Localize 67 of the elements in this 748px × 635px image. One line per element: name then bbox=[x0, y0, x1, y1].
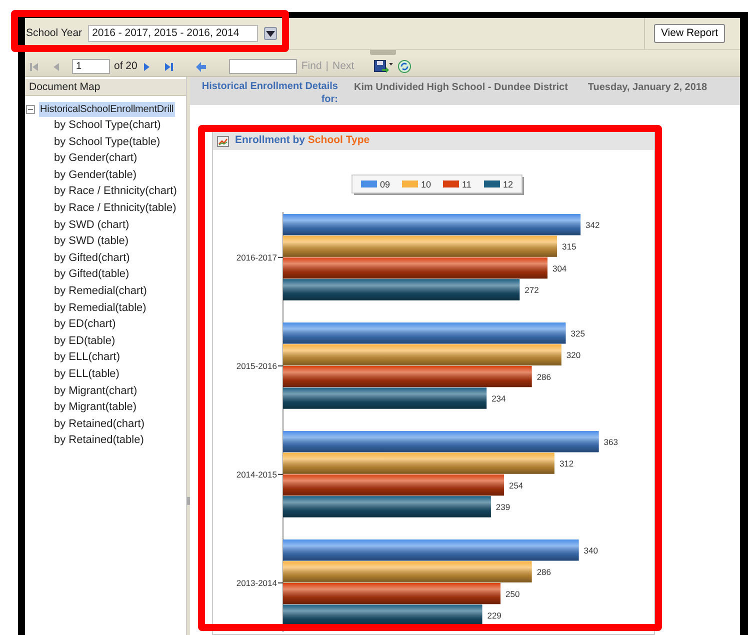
tree-item[interactable]: by School Type(chart) bbox=[54, 117, 186, 134]
tree-item[interactable]: by Retained(chart) bbox=[54, 416, 186, 432]
caret-icon bbox=[266, 30, 276, 36]
data-label: 363 bbox=[604, 436, 618, 447]
refresh-icon[interactable] bbox=[398, 60, 412, 73]
legend-label: 10 bbox=[421, 180, 432, 190]
dropdown-button[interactable] bbox=[264, 27, 278, 40]
tree-item[interactable]: HistoricalSchoolEnrollmentDrill bbox=[39, 102, 175, 117]
tree-item[interactable]: by Gender(chart) bbox=[54, 150, 186, 167]
data-label: 342 bbox=[586, 220, 600, 230]
find-field[interactable] bbox=[229, 59, 298, 74]
tree-item[interactable]: by Gifted(chart) bbox=[54, 250, 186, 266]
chart-title: Enrollment by School Type bbox=[235, 133, 370, 148]
tree-item[interactable]: by Gifted(table) bbox=[54, 266, 186, 283]
collapse-icon[interactable] bbox=[26, 105, 35, 114]
data-label: 320 bbox=[566, 350, 581, 360]
data-label: 254 bbox=[508, 480, 524, 490]
data-label: 325 bbox=[570, 328, 585, 338]
data-label: 315 bbox=[562, 242, 576, 252]
page-count: of 20 bbox=[114, 58, 138, 74]
header-label: Historical Enrollment Details for: bbox=[200, 80, 338, 106]
data-label: 340 bbox=[584, 545, 598, 556]
category-label: 2013-2014 bbox=[236, 578, 277, 588]
tree-item[interactable]: by ELL(chart) bbox=[54, 349, 186, 366]
splitter-grip[interactable] bbox=[187, 497, 190, 505]
tree-item[interactable]: by School Type(table) bbox=[54, 134, 186, 150]
category-label: 2016-2017 bbox=[236, 252, 277, 262]
report-date: Tuesday, January 2, 2018 bbox=[588, 81, 707, 95]
last-page-icon[interactable] bbox=[163, 60, 176, 72]
data-label: 250 bbox=[506, 588, 520, 599]
view-report-button[interactable]: View Report bbox=[654, 24, 725, 44]
category-label: 2014-2015 bbox=[236, 469, 277, 480]
data-label: 234 bbox=[492, 393, 506, 404]
data-label: 286 bbox=[536, 567, 551, 578]
school-year-dropdown[interactable]: 2016 - 2017, 2015 - 2016, 2014 bbox=[88, 25, 258, 42]
save-icon[interactable] bbox=[374, 60, 394, 73]
tree-item[interactable]: by SWD (table) bbox=[54, 233, 186, 250]
tree-item[interactable]: by ED(table) bbox=[54, 332, 186, 350]
school-name: Kim Undivided High School - Dundee District bbox=[354, 81, 568, 95]
tree-item[interactable]: by ELL(table) bbox=[54, 366, 186, 382]
back-arrow-icon[interactable] bbox=[195, 60, 208, 72]
tree-item[interactable]: by SWD (chart) bbox=[54, 216, 186, 234]
tree-item[interactable]: by Gender(table) bbox=[54, 166, 186, 184]
chart-icon bbox=[217, 136, 229, 146]
data-label: 304 bbox=[552, 263, 567, 274]
tree-item[interactable]: by Remedial(chart) bbox=[54, 282, 186, 300]
collapse-handle[interactable] bbox=[370, 50, 396, 55]
legend-label: 09 bbox=[380, 180, 390, 190]
tree-item[interactable]: by Migrant(chart) bbox=[54, 382, 186, 400]
legend-label: 12 bbox=[503, 180, 514, 190]
tree-item[interactable]: by Retained(table) bbox=[54, 432, 186, 449]
data-label: 272 bbox=[524, 284, 539, 295]
data-label: 229 bbox=[487, 610, 502, 620]
data-label: 286 bbox=[536, 372, 551, 382]
page-number-field[interactable]: 1 bbox=[72, 59, 110, 74]
parameter-label: School Year bbox=[26, 26, 82, 41]
tree-item[interactable]: by Race / Ethnicity(table) bbox=[54, 200, 186, 217]
tree-item[interactable]: by Migrant(table) bbox=[54, 399, 186, 416]
panel-title: Document Map bbox=[25, 79, 186, 96]
legend-label: 11 bbox=[462, 180, 472, 190]
tree-item[interactable]: by Remedial(table) bbox=[54, 300, 186, 316]
tree-item[interactable]: by ED(chart) bbox=[54, 316, 186, 333]
tree-item[interactable]: by Race / Ethnicity(chart) bbox=[54, 183, 186, 200]
category-label: 2015-2016 bbox=[236, 360, 277, 371]
separator: | bbox=[326, 58, 329, 74]
data-label: 239 bbox=[496, 502, 510, 512]
data-label: 312 bbox=[559, 458, 574, 469]
